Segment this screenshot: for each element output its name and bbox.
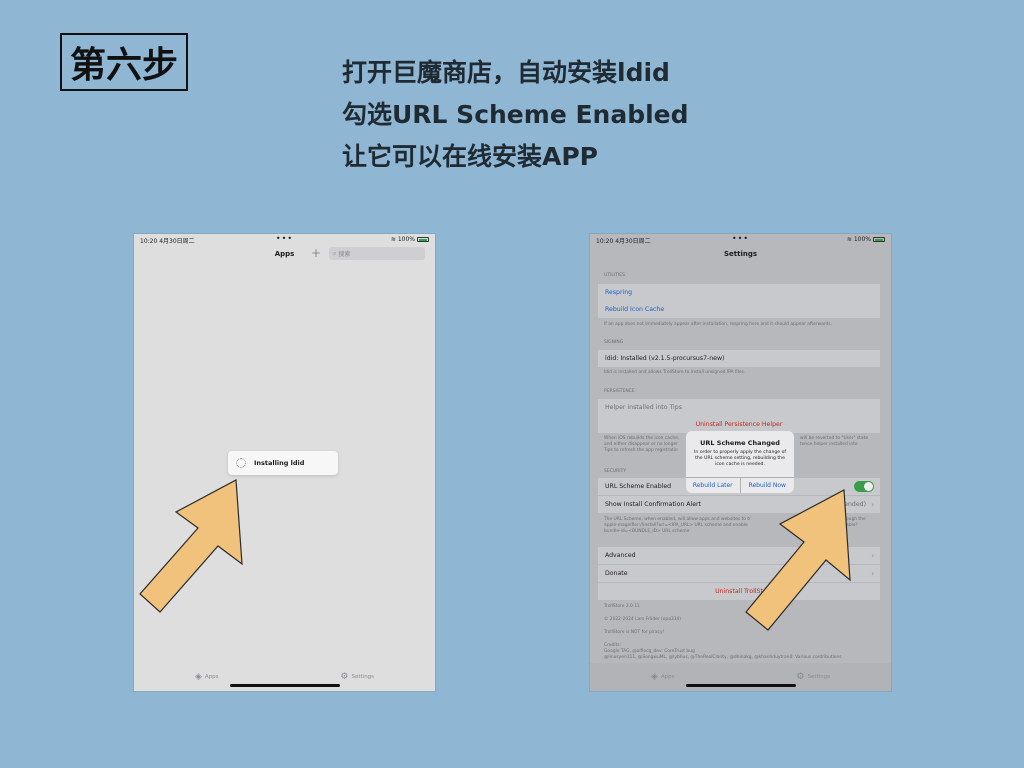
version-text: TrollStore 2.0.11 (604, 604, 640, 609)
multitask-dots-icon[interactable]: ••• (732, 234, 749, 243)
chevron-right-icon: › (871, 569, 874, 578)
status-time: 10:20 (596, 238, 614, 245)
tab-settings[interactable]: ⚙ Settings (796, 672, 830, 682)
battery-percent: 100% (853, 236, 871, 243)
chevron-right-icon: › (871, 551, 874, 560)
instructions: 打开巨魔商店，自动安装ldid 勾选URL Scheme Enabled 让它可… (342, 52, 689, 178)
persistence-footer-right: will be reverted to "User" state tence h… (800, 436, 885, 448)
search-icon: ⌕ (333, 249, 337, 257)
tab-settings-label: Settings (351, 674, 375, 680)
advanced-label: Advanced (605, 552, 636, 559)
tab-settings-label: Settings (807, 674, 831, 680)
installing-toast: Installing ldid (228, 451, 338, 475)
persistence-footer-line: Tips to refresh the app registratio (604, 448, 678, 453)
tab-apps[interactable]: ◈ Apps (651, 672, 675, 682)
utilities-header: UTILITIES (604, 273, 625, 278)
status-date: 4月30日周二 (159, 238, 195, 245)
battery-icon (417, 237, 429, 242)
battery-percent: 100% (397, 236, 415, 243)
status-bar: 10:20 4月30日周二 ••• ≋ 100% (134, 234, 435, 246)
credits-line-1: Google TAG, @alfiecg_dev: CoreTrust bug (604, 649, 695, 654)
instruction-line-3: 让它可以在线安装APP (342, 142, 598, 171)
battery-icon (873, 237, 885, 242)
piracy-text: TrollStore is NOT for piracy! (604, 630, 665, 635)
apps-icon: ◈ (194, 672, 202, 682)
tab-settings[interactable]: ⚙ Settings (340, 672, 374, 682)
utilities-footer: If an app does not immediately appear af… (604, 322, 833, 327)
toast-text: Installing ldid (254, 459, 305, 467)
url-scheme-toggle[interactable] (854, 481, 874, 492)
spinner-icon (236, 458, 246, 468)
credits-header: Credits: (604, 643, 621, 648)
helper-installed-status: Helper installed into Tips (598, 399, 880, 416)
status-date: 4月30日周二 (615, 238, 651, 245)
persistence-footer-left: When iOS rebuilds the icon cache, and ei… (604, 436, 694, 454)
tab-apps-label: Apps (204, 674, 219, 680)
ipad-screenshot-apps: 10:20 4月30日周二 ••• ≋ 100% Apps + ⌕ 搜索 Ins… (134, 234, 435, 691)
search-placeholder: 搜索 (338, 251, 351, 258)
rebuild-later-button[interactable]: Rebuild Later (686, 478, 740, 493)
instruction-line-2: 勾选URL Scheme Enabled (342, 100, 689, 129)
pointer-arrow (745, 489, 851, 631)
alert-message: In order to properly apply the change of… (694, 450, 787, 467)
multitask-dots-icon[interactable]: ••• (276, 234, 293, 243)
settings-icon: ⚙ (340, 672, 349, 682)
ipad-screenshot-settings: 10:20 4月30日周二 ••• ≋ 100% Settings UTILIT… (590, 234, 891, 691)
status-time: 10:20 (140, 238, 158, 245)
tab-apps-label: Apps (660, 674, 675, 680)
url-scheme-label: URL Scheme Enabled (605, 483, 672, 490)
nav-title: Settings (723, 250, 758, 258)
add-icon[interactable]: + (311, 246, 321, 260)
copyright-text: © 2022-2024 Lars Fröder (opa334) (604, 617, 681, 622)
donate-label: Donate (605, 570, 628, 577)
pointer-arrow (139, 479, 243, 613)
alert-title: URL Scheme Changed (700, 439, 780, 447)
wifi-icon: ≋ (846, 236, 852, 243)
signing-header: SIGNING (604, 340, 624, 345)
respring-button[interactable]: Respring (598, 284, 880, 301)
wifi-icon: ≋ (390, 236, 396, 243)
home-indicator (685, 684, 796, 687)
tab-apps[interactable]: ◈ Apps (195, 672, 219, 682)
status-bar: 10:20 4月30日周二 ••• ≋ 100% (590, 234, 891, 246)
signing-footer: ldid is installed and allows TrollStore … (604, 370, 746, 375)
persistence-footer-line: tence helper installed into (800, 442, 858, 447)
step-label: 第六步 (60, 33, 188, 91)
settings-icon: ⚙ (796, 672, 805, 682)
apps-icon: ◈ (650, 672, 658, 682)
home-indicator (229, 684, 340, 687)
search-field[interactable]: ⌕ 搜索 (329, 247, 425, 260)
ldid-status: ldid: Installed (v2.1.5-procursus7-new) (598, 350, 880, 367)
show-install-alert-label: Show Install Confirmation Alert (605, 501, 701, 508)
chevron-right-icon: › (871, 500, 874, 509)
instruction-line-1: 打开巨魔商店，自动安装ldid (342, 58, 670, 87)
security-header: SECURITY (604, 469, 627, 474)
persistence-header: PERSISTENCE (604, 389, 635, 394)
credits-line-2: @linusyen111, @SongwuML, @lybhus, @TheRe… (604, 655, 842, 660)
rebuild-icon-cache-button[interactable]: Rebuild Icon Cache (598, 301, 880, 318)
